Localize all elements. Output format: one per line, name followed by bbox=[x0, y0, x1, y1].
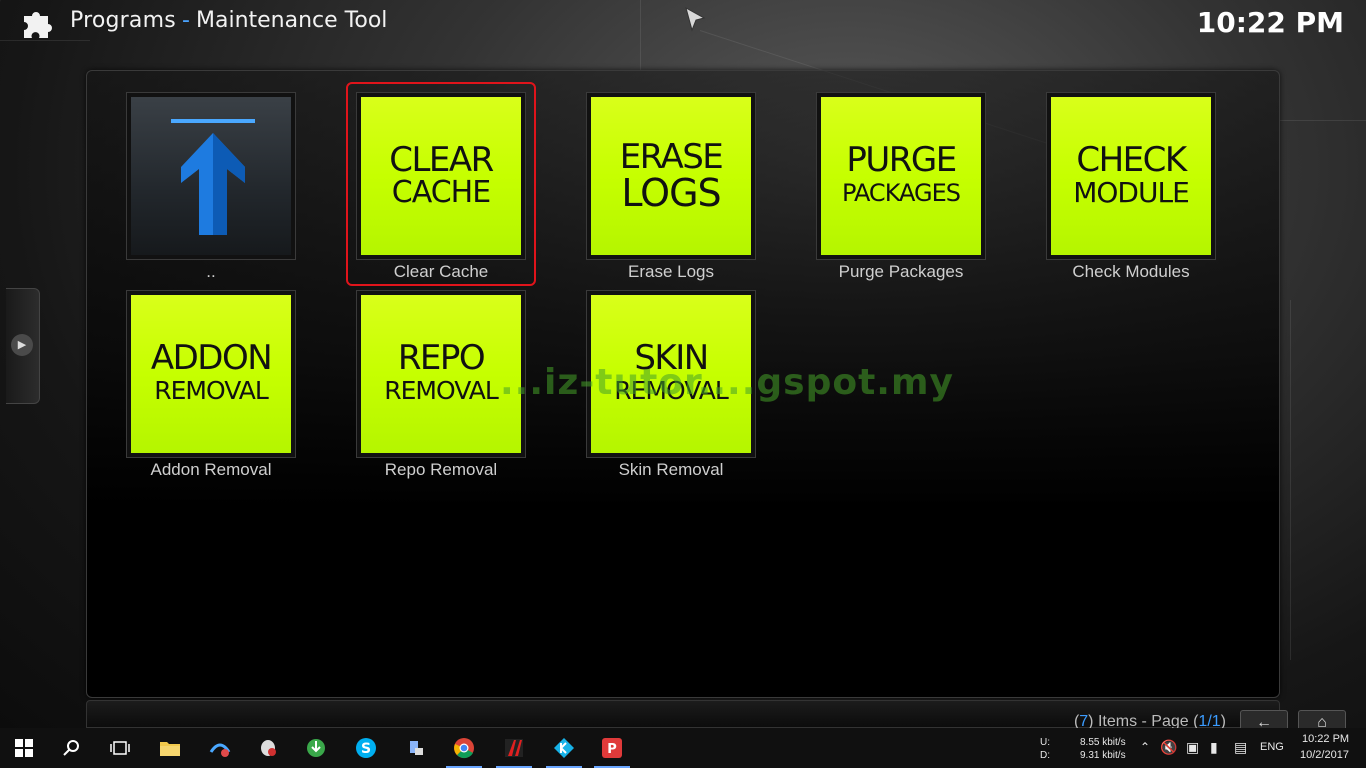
taskbar-date[interactable]: 10/2/2017 bbox=[1300, 749, 1349, 761]
tray-chevron-icon[interactable]: ⌃ bbox=[1140, 740, 1150, 754]
svg-text:P: P bbox=[607, 742, 617, 757]
search-icon bbox=[63, 740, 79, 756]
tile-label: Clear Cache bbox=[393, 262, 489, 281]
side-menu-tab[interactable]: ▶ bbox=[6, 288, 40, 404]
puzzle-icon bbox=[24, 12, 52, 38]
taskbar: S P U: D: 8.55 kbit/s 9.31 kbit/s ⌃ 🔇 ▣ … bbox=[0, 728, 1366, 768]
section-title: Programs bbox=[70, 8, 176, 33]
windows-logo-icon bbox=[15, 739, 33, 757]
skype-icon: S bbox=[356, 738, 376, 758]
mouse-icon bbox=[261, 740, 276, 756]
tile-check-modules[interactable]: CHECK MODULE Check Modules bbox=[1006, 82, 1236, 282]
chrome-button[interactable] bbox=[440, 728, 488, 768]
chevron-right-icon: ▶ bbox=[11, 334, 33, 356]
volume-muted-icon[interactable]: 🔇 bbox=[1160, 739, 1177, 756]
paint-app-button[interactable] bbox=[392, 728, 440, 768]
mouse-app-button[interactable] bbox=[244, 728, 292, 768]
tile-thumbnail bbox=[126, 92, 296, 260]
art-line1: CLEAR bbox=[389, 140, 494, 180]
language-indicator[interactable]: ENG bbox=[1260, 741, 1284, 753]
task-view-button[interactable] bbox=[96, 728, 144, 768]
download-label: D: bbox=[1040, 750, 1050, 761]
svg-text:S: S bbox=[361, 741, 371, 757]
network-app-button[interactable] bbox=[196, 728, 244, 768]
art-line2: REMOVAL bbox=[154, 376, 269, 405]
gamepad-app-button[interactable] bbox=[490, 728, 538, 768]
recorder-icon: P bbox=[602, 738, 622, 758]
screen-recorder-button[interactable]: P bbox=[588, 728, 636, 768]
art-line2: PACKAGES bbox=[842, 179, 961, 207]
paint-icon bbox=[410, 741, 423, 755]
download-speed: 9.31 kbit/s bbox=[1080, 750, 1126, 761]
art-line1: PURGE bbox=[846, 140, 957, 180]
folder-icon bbox=[160, 742, 180, 756]
art-line1: CHECK bbox=[1076, 140, 1187, 180]
network-tray-icon[interactable]: ▣ bbox=[1186, 739, 1199, 756]
download-manager-button[interactable] bbox=[292, 728, 340, 768]
windows-start-button[interactable] bbox=[0, 728, 48, 768]
art-line2: CACHE bbox=[391, 175, 491, 210]
tile-label: Check Modules bbox=[1072, 262, 1190, 281]
tile-label: .. bbox=[206, 262, 216, 281]
art-line2: REMOVAL bbox=[384, 376, 499, 405]
art-line1: ERASE bbox=[619, 137, 724, 177]
search-button[interactable] bbox=[48, 728, 96, 768]
tile-label: Addon Removal bbox=[150, 460, 272, 479]
title-separator: - bbox=[182, 8, 190, 33]
file-explorer-button[interactable] bbox=[146, 728, 194, 768]
tile-label: Skin Removal bbox=[618, 460, 724, 479]
taskbar-time[interactable]: 10:22 PM bbox=[1302, 733, 1349, 745]
art-line1: ADDON bbox=[150, 338, 273, 378]
art-line2: LOGS bbox=[621, 171, 721, 215]
tile-label: Erase Logs bbox=[628, 262, 714, 281]
notifications-tray-icon[interactable]: ▤ bbox=[1234, 739, 1247, 756]
tile-clear-cache[interactable]: CLEAR CACHE Clear Cache bbox=[316, 82, 546, 286]
tile-label: Repo Removal bbox=[384, 460, 498, 479]
task-view-icon bbox=[110, 741, 130, 755]
page-title: Maintenance Tool bbox=[196, 8, 388, 33]
tile-erase-logs[interactable]: ERASE LOGS Erase Logs bbox=[546, 82, 776, 282]
mouse-cursor-icon bbox=[685, 6, 706, 32]
red-slash-icon bbox=[505, 739, 523, 757]
tile-label: Purge Packages bbox=[838, 262, 964, 281]
tile-thumbnail: CLEAR CACHE bbox=[356, 92, 526, 260]
tile-thumbnail: PURGE PACKAGES bbox=[816, 92, 986, 260]
battery-icon[interactable]: ▮ bbox=[1210, 739, 1218, 756]
chrome-icon bbox=[454, 738, 474, 759]
kodi-button[interactable] bbox=[540, 728, 588, 768]
tile-thumbnail: ERASE LOGS bbox=[586, 92, 756, 260]
network-icon bbox=[209, 743, 231, 757]
tile-purge-packages[interactable]: PURGE PACKAGES Purge Packages bbox=[776, 82, 1006, 282]
upload-label: U: bbox=[1040, 737, 1050, 748]
up-arrow-icon bbox=[171, 119, 255, 235]
tile-parent-folder[interactable]: .. bbox=[86, 82, 316, 282]
watermark: ...iz-tutor....gspot.my bbox=[500, 362, 954, 403]
art-line1: REPO bbox=[397, 338, 486, 378]
tile-addon-removal[interactable]: ADDON REMOVAL Addon Removal bbox=[86, 280, 316, 480]
kodi-icon bbox=[554, 738, 574, 758]
art-line2: MODULE bbox=[1073, 176, 1190, 209]
upload-speed: 8.55 kbit/s bbox=[1080, 737, 1126, 748]
skype-button[interactable]: S bbox=[342, 728, 390, 768]
tile-thumbnail: ADDON REMOVAL bbox=[126, 290, 296, 458]
clock: 10:22 PM bbox=[1196, 6, 1344, 39]
tile-thumbnail: CHECK MODULE bbox=[1046, 92, 1216, 260]
globe-download-icon bbox=[307, 739, 325, 757]
